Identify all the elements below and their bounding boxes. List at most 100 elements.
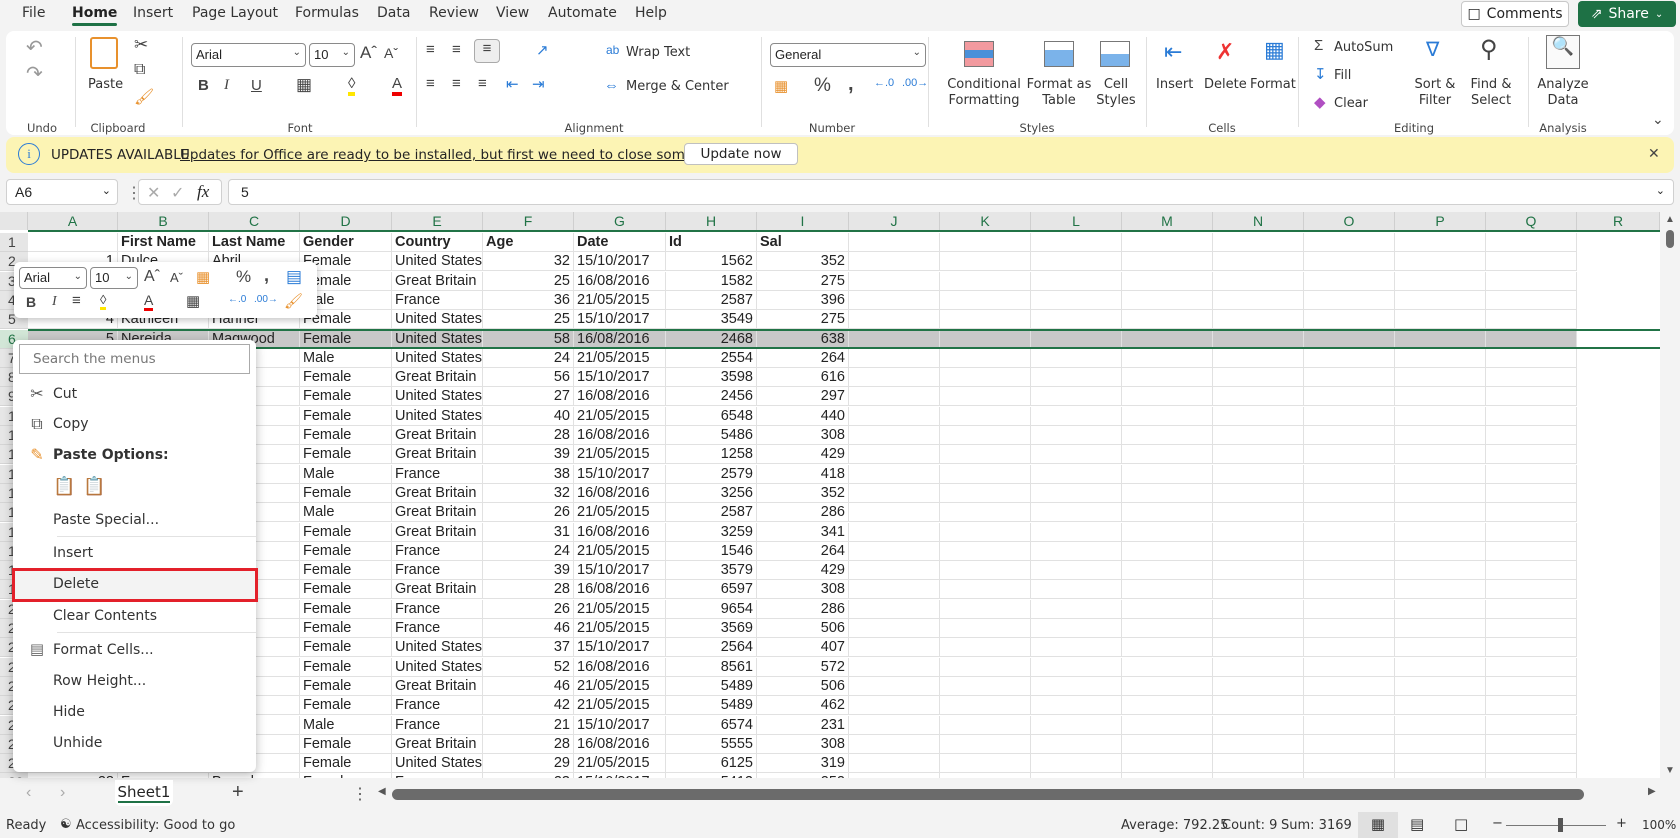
header-cell[interactable]: Id: [666, 233, 757, 252]
cell[interactable]: 15/10/2017: [574, 638, 666, 658]
comma-style-icon[interactable]: ,: [848, 73, 854, 96]
cell[interactable]: 5489: [666, 696, 757, 716]
cell[interactable]: 5489: [666, 676, 757, 696]
cell[interactable]: France: [392, 715, 483, 735]
cell[interactable]: 16/08/2016: [574, 657, 666, 677]
cell[interactable]: [1395, 734, 1486, 754]
cell[interactable]: Female: [300, 426, 392, 445]
tab-data[interactable]: Data: [377, 5, 410, 21]
cell[interactable]: [1395, 599, 1486, 619]
cell[interactable]: 3259: [666, 522, 757, 542]
mini-merge-icon[interactable]: ▤: [286, 267, 302, 287]
cell[interactable]: [849, 503, 940, 523]
cell[interactable]: [1395, 522, 1486, 542]
cell[interactable]: [940, 715, 1031, 735]
menu-item-row-height[interactable]: Row Height...: [13, 666, 256, 696]
cell[interactable]: 275: [757, 310, 849, 330]
cell[interactable]: [1304, 734, 1395, 754]
cell[interactable]: 21/05/2015: [574, 406, 666, 426]
column-header-h[interactable]: H: [666, 212, 757, 230]
orientation-icon[interactable]: ↗: [536, 41, 549, 59]
cell[interactable]: [1395, 368, 1486, 388]
cell[interactable]: Female: [300, 387, 392, 407]
cell[interactable]: 572: [757, 657, 849, 677]
cell[interactable]: 28: [483, 426, 574, 445]
close-icon[interactable]: ✕: [1648, 145, 1660, 162]
cell[interactable]: 21/05/2015: [574, 503, 666, 523]
cell[interactable]: [1213, 368, 1304, 388]
cell[interactable]: 15/10/2017: [574, 252, 666, 272]
cell[interactable]: [1122, 252, 1213, 272]
cell[interactable]: [849, 638, 940, 658]
mini-percent-icon[interactable]: %: [236, 267, 251, 287]
cell[interactable]: 37: [483, 638, 574, 658]
cell[interactable]: Female: [300, 638, 392, 658]
conditional-formatting-button[interactable]: Conditional Formatting: [938, 77, 1030, 109]
cell[interactable]: [849, 580, 940, 600]
cell[interactable]: [940, 638, 1031, 658]
cell[interactable]: [1122, 387, 1213, 407]
cell[interactable]: 15/10/2017: [574, 773, 666, 778]
cell[interactable]: Female: [300, 754, 392, 774]
cell[interactable]: 23: [483, 773, 574, 778]
cell[interactable]: United States: [392, 406, 483, 426]
cell[interactable]: Great Britain: [392, 368, 483, 388]
cell[interactable]: [1486, 252, 1577, 272]
cell[interactable]: [1122, 329, 1213, 349]
zoom-slider[interactable]: [1506, 825, 1606, 826]
mini-borders-icon[interactable]: ▦: [186, 292, 200, 310]
cell[interactable]: [940, 368, 1031, 388]
cell[interactable]: 8561: [666, 657, 757, 677]
header-cell[interactable]: [849, 233, 940, 252]
menu-item-format-cells[interactable]: ▤ Format Cells...: [13, 635, 256, 665]
cell[interactable]: 46: [483, 676, 574, 696]
cell[interactable]: [1304, 754, 1395, 774]
mini-comma-icon[interactable]: ,: [264, 265, 269, 286]
cell[interactable]: [849, 734, 940, 754]
column-header-q[interactable]: Q: [1486, 212, 1577, 230]
increase-decimal-icon[interactable]: ←.0: [874, 77, 894, 89]
column-header-f[interactable]: F: [483, 212, 574, 230]
cell[interactable]: [1122, 464, 1213, 484]
cell[interactable]: 264: [757, 541, 849, 561]
header-cell[interactable]: Sal: [757, 233, 849, 252]
page-layout-view-icon[interactable]: ▤: [1410, 815, 1424, 833]
cell[interactable]: [940, 406, 1031, 426]
next-sheet-icon[interactable]: ›: [60, 784, 65, 802]
cell[interactable]: [849, 464, 940, 484]
cell[interactable]: [1395, 271, 1486, 291]
mini-center-icon[interactable]: ≡: [72, 292, 81, 309]
normal-view-icon[interactable]: ▦: [1358, 812, 1398, 838]
cell[interactable]: [1031, 676, 1122, 696]
cell[interactable]: [1122, 754, 1213, 774]
zoom-in-icon[interactable]: +: [1616, 816, 1627, 831]
cell[interactable]: United States: [392, 348, 483, 368]
cell[interactable]: [1031, 754, 1122, 774]
cell[interactable]: 28: [483, 734, 574, 754]
enter-icon[interactable]: ✓: [171, 183, 184, 203]
cell[interactable]: 16/08/2016: [574, 329, 666, 349]
cell[interactable]: [1486, 619, 1577, 638]
cell[interactable]: [1486, 676, 1577, 696]
column-header-b[interactable]: B: [118, 212, 209, 230]
cell[interactable]: [1486, 310, 1577, 330]
wrap-text-button[interactable]: Wrap Text: [626, 45, 690, 60]
cell[interactable]: [940, 773, 1031, 778]
cell[interactable]: 39: [483, 561, 574, 581]
header-cell[interactable]: First Name: [118, 233, 209, 252]
header-cell[interactable]: [1486, 233, 1577, 252]
align-left-icon[interactable]: ≡: [426, 75, 435, 92]
cell[interactable]: [1395, 445, 1486, 465]
cell[interactable]: [1031, 638, 1122, 658]
column-header-p[interactable]: P: [1395, 212, 1486, 230]
select-all-corner[interactable]: [0, 212, 28, 230]
cell[interactable]: [1122, 715, 1213, 735]
cell[interactable]: [1122, 541, 1213, 561]
cell[interactable]: [1486, 406, 1577, 426]
cell[interactable]: 21/05/2015: [574, 541, 666, 561]
cell[interactable]: [1122, 599, 1213, 619]
menu-search-input[interactable]: Search the menus: [19, 344, 250, 374]
column-header-d[interactable]: D: [300, 212, 392, 230]
cell[interactable]: Great Britain: [392, 445, 483, 465]
cell[interactable]: [1486, 561, 1577, 581]
